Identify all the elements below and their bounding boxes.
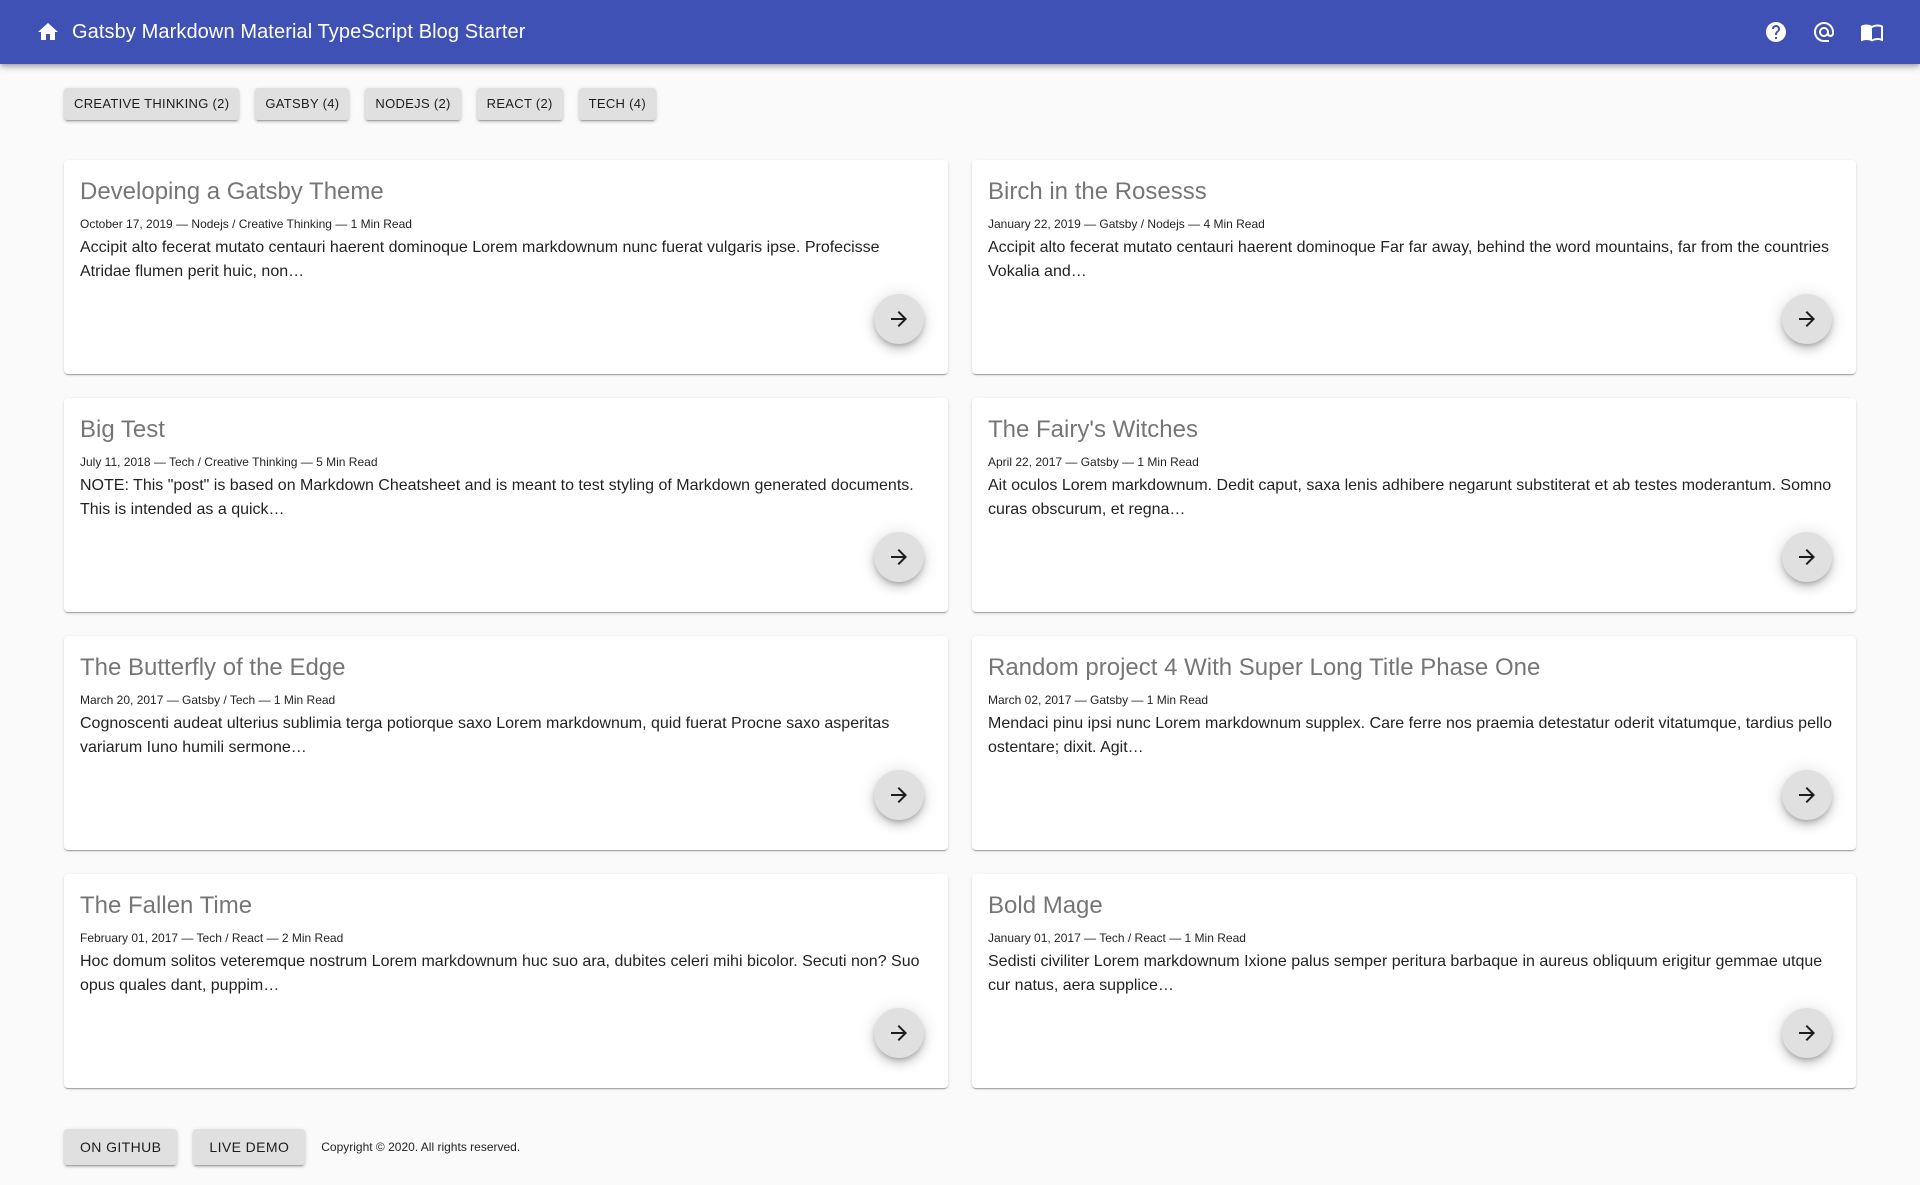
post-meta: October 17, 2019 — Nodejs / Creative Thi…	[80, 217, 412, 231]
post-title[interactable]: Bold Mage	[988, 890, 1840, 922]
post-excerpt: Sedisti civiliter Lorem markdownum Ixion…	[988, 953, 1823, 994]
read-more-button[interactable]	[874, 1008, 924, 1058]
at-icon	[1814, 21, 1834, 42]
post-title[interactable]: Random project 4 With Super Long Title P…	[988, 652, 1840, 684]
post-card: The Butterfly of the Edge March 20, 2017…	[64, 636, 948, 850]
post-excerpt: Accipit alto fecerat mutato centauri hae…	[988, 239, 1830, 280]
tag-nodejs[interactable]: NODEJS (2)	[365, 88, 461, 120]
read-more-button[interactable]	[1782, 532, 1832, 582]
tag-react[interactable]: REACT (2)	[476, 88, 563, 120]
read-more-button[interactable]	[874, 294, 924, 344]
footer: ON GITHUB LIVE DEMO Copyright © 2020. Al…	[64, 1129, 520, 1165]
read-more-button[interactable]	[1782, 770, 1832, 820]
post-meta: April 22, 2017 — Gatsby — 1 Min Read	[988, 455, 1199, 469]
tag-tech[interactable]: TECH (4)	[578, 88, 656, 120]
contact-button[interactable]	[1806, 14, 1842, 50]
read-more-button[interactable]	[874, 770, 924, 820]
arrow-right-icon	[891, 787, 907, 803]
post-meta: March 20, 2017 — Gatsby / Tech — 1 Min R…	[80, 693, 336, 707]
book-icon	[1861, 24, 1883, 42]
tag-list: CREATIVE THINKING (2) GATSBY (4) NODEJS …	[64, 88, 656, 120]
post-title[interactable]: The Fairy's Witches	[988, 414, 1840, 446]
home-icon	[38, 23, 58, 40]
header-actions	[1758, 14, 1890, 50]
post-grid: Developing a Gatsby Theme October 17, 20…	[64, 160, 1856, 1088]
post-card: Developing a Gatsby Theme October 17, 20…	[64, 160, 948, 374]
post-title[interactable]: The Fallen Time	[80, 890, 932, 922]
post-title[interactable]: The Butterfly of the Edge	[80, 652, 932, 684]
post-card: Birch in the Rosesss January 22, 2019 — …	[972, 160, 1856, 374]
arrow-right-icon	[1799, 787, 1815, 803]
arrow-right-icon	[891, 549, 907, 565]
post-excerpt: Ait oculos Lorem markdownum. Dedit caput…	[988, 477, 1832, 518]
post-card: The Fallen Time February 01, 2017 — Tech…	[64, 874, 948, 1088]
post-excerpt: Accipit alto fecerat mutato centauri hae…	[80, 239, 880, 280]
live-demo-button[interactable]: LIVE DEMO	[193, 1129, 306, 1165]
post-meta: January 22, 2019 — Gatsby / Nodejs — 4 M…	[988, 217, 1265, 231]
app-title[interactable]: Gatsby Markdown Material TypeScript Blog…	[72, 0, 526, 64]
post-excerpt: Mendaci pinu ipsi nunc Lorem markdownum …	[988, 715, 1832, 756]
tag-creative-thinking[interactable]: CREATIVE THINKING (2)	[64, 88, 240, 120]
post-title[interactable]: Big Test	[80, 414, 932, 446]
post-card: Bold Mage January 01, 2017 — Tech / Reac…	[972, 874, 1856, 1088]
post-meta: July 11, 2018 — Tech / Creative Thinking…	[80, 455, 378, 469]
post-excerpt: NOTE: This "post" is based on Markdown C…	[80, 477, 914, 518]
read-more-button[interactable]	[1782, 294, 1832, 344]
docs-button[interactable]	[1854, 14, 1890, 50]
help-icon	[1766, 22, 1786, 42]
home-button[interactable]	[30, 14, 66, 50]
github-button[interactable]: ON GITHUB	[64, 1129, 178, 1165]
post-title[interactable]: Developing a Gatsby Theme	[80, 176, 932, 208]
post-meta: February 01, 2017 — Tech / React — 2 Min…	[80, 931, 344, 945]
post-meta: January 01, 2017 — Tech / React — 1 Min …	[988, 931, 1246, 945]
post-card: Big Test July 11, 2018 — Tech / Creative…	[64, 398, 948, 612]
arrow-right-icon	[891, 311, 907, 327]
arrow-right-icon	[1799, 549, 1815, 565]
read-more-button[interactable]	[1782, 1008, 1832, 1058]
post-title[interactable]: Birch in the Rosesss	[988, 176, 1840, 208]
post-excerpt: Cognoscenti audeat ulterius sublimia ter…	[80, 715, 890, 756]
post-meta: March 02, 2017 — Gatsby — 1 Min Read	[988, 693, 1209, 707]
app-bar: Gatsby Markdown Material TypeScript Blog…	[0, 0, 1920, 64]
arrow-right-icon	[891, 1025, 907, 1041]
tag-gatsby[interactable]: GATSBY (4)	[255, 88, 350, 120]
post-card: The Fairy's Witches April 22, 2017 — Gat…	[972, 398, 1856, 612]
post-excerpt: Hoc domum solitos veteremque nostrum Lor…	[80, 953, 920, 994]
arrow-right-icon	[1799, 311, 1815, 327]
help-button[interactable]	[1758, 14, 1794, 50]
copyright-text: Copyright © 2020. All rights reserved.	[321, 1140, 521, 1154]
read-more-button[interactable]	[874, 532, 924, 582]
arrow-right-icon	[1799, 1025, 1815, 1041]
post-card: Random project 4 With Super Long Title P…	[972, 636, 1856, 850]
